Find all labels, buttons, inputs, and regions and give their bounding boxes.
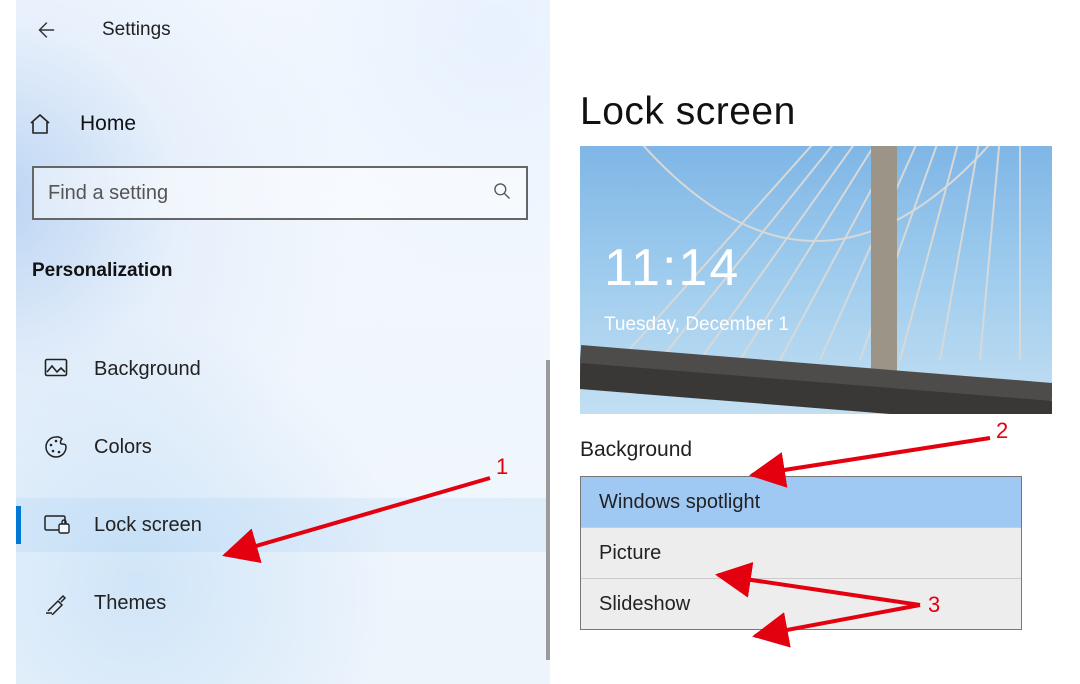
sidebar-item-label: Background bbox=[94, 358, 201, 381]
scrollbar[interactable] bbox=[546, 360, 550, 660]
home-label: Home bbox=[80, 112, 136, 136]
main-content: Lock screen 11:14 Tue bbox=[580, 90, 1060, 630]
preview-time: 11:14 bbox=[604, 238, 740, 298]
themes-icon bbox=[44, 591, 72, 615]
settings-sidebar: Settings Home Find a setting Personaliza… bbox=[16, 0, 550, 684]
sidebar-item-colors[interactable]: Colors bbox=[16, 420, 550, 474]
search-input[interactable]: Find a setting bbox=[32, 166, 528, 220]
sidebar-item-home[interactable]: Home bbox=[28, 104, 550, 144]
sidebar-item-label: Lock screen bbox=[94, 514, 202, 537]
lock-screen-icon bbox=[44, 514, 72, 536]
sidebar-item-lock-screen[interactable]: Lock screen bbox=[16, 498, 550, 552]
sidebar-category-label: Personalization bbox=[32, 260, 550, 282]
page-title: Lock screen bbox=[580, 90, 1060, 134]
search-icon bbox=[492, 181, 512, 206]
palette-icon bbox=[44, 435, 72, 459]
option-label: Picture bbox=[599, 542, 661, 565]
option-label: Windows spotlight bbox=[599, 491, 760, 514]
sidebar-item-label: Colors bbox=[94, 436, 152, 459]
option-label: Slideshow bbox=[599, 593, 690, 616]
option-slideshow[interactable]: Slideshow bbox=[581, 578, 1021, 629]
back-button[interactable] bbox=[28, 13, 62, 47]
app-title: Settings bbox=[102, 19, 171, 41]
option-picture[interactable]: Picture bbox=[581, 527, 1021, 578]
sidebar-item-themes[interactable]: Themes bbox=[16, 576, 550, 630]
option-windows-spotlight[interactable]: Windows spotlight bbox=[581, 477, 1021, 527]
picture-icon bbox=[44, 358, 72, 380]
sidebar-item-label: Themes bbox=[94, 592, 166, 615]
preview-date: Tuesday, December 1 bbox=[604, 314, 789, 336]
titlebar: Settings bbox=[16, 0, 550, 60]
sidebar-list: Background Colors Lock screen bbox=[16, 342, 550, 630]
background-section-label: Background bbox=[580, 438, 1060, 462]
search-placeholder: Find a setting bbox=[48, 182, 492, 205]
lock-screen-preview: 11:14 Tuesday, December 1 bbox=[580, 146, 1052, 414]
background-dropdown[interactable]: Windows spotlight Picture Slideshow bbox=[580, 476, 1022, 630]
sidebar-item-background[interactable]: Background bbox=[16, 342, 550, 396]
arrow-left-icon bbox=[34, 19, 56, 41]
home-icon bbox=[28, 112, 56, 136]
